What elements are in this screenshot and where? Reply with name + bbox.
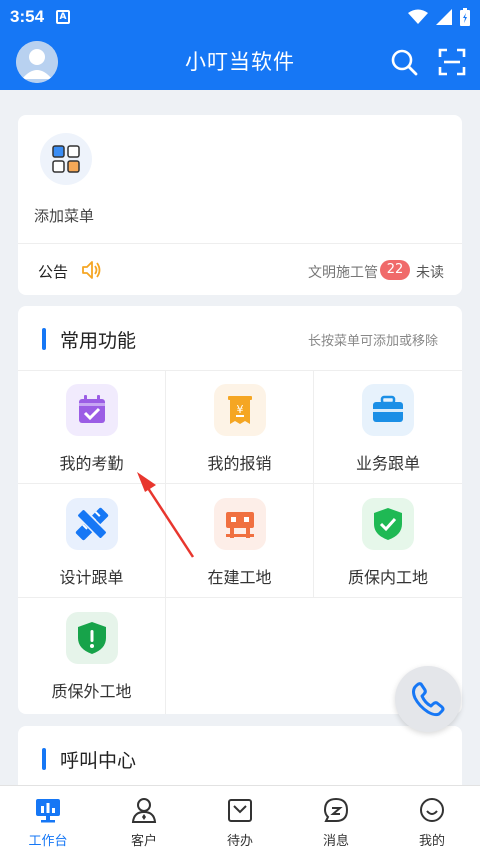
speaker-icon (82, 261, 101, 279)
function-label: 我的报销 (207, 454, 272, 473)
nav-label: 待办 (226, 834, 253, 849)
wifi-icon (408, 9, 428, 24)
nav-label: 工作台 (28, 834, 68, 849)
signal-icon (436, 9, 452, 25)
customer-icon (131, 798, 157, 823)
calendar-check-icon (66, 384, 118, 436)
function-item-business[interactable]: 业务跟单 (314, 370, 462, 484)
functions-card: 常用功能 长按菜单可添加或移除 我的考勤 ¥ 我的报销 业务跟单 设计跟单 在建… (18, 306, 462, 714)
function-label: 业务跟单 (355, 454, 420, 473)
search-icon[interactable] (390, 48, 418, 76)
svg-text:¥: ¥ (237, 403, 244, 416)
bottom-nav: 工作台 客户 待办 消息 我的 (0, 785, 480, 853)
function-item-reimbursement[interactable]: ¥ 我的报销 (166, 370, 314, 484)
nav-item-customer[interactable]: 客户 (96, 786, 192, 853)
function-item-warranty-in[interactable]: 质保内工地 (314, 484, 462, 598)
shield-check-icon (362, 498, 414, 550)
todo-icon (228, 799, 252, 822)
section-marker (42, 748, 46, 770)
nav-item-mine[interactable]: 我的 (384, 786, 480, 853)
battery-icon (460, 8, 470, 26)
function-label: 设计跟单 (59, 568, 124, 587)
phone-icon (412, 682, 445, 717)
add-menu-label[interactable]: 添加菜单 (34, 205, 94, 226)
grid-menu-icon (52, 145, 80, 173)
function-item-warranty-out[interactable]: 质保外工地 (18, 598, 166, 714)
status-bar: 3:54 A (0, 0, 480, 34)
status-icons (408, 8, 470, 26)
status-time: 3:54 (10, 7, 45, 26)
function-item-attendance[interactable]: 我的考勤 (18, 370, 166, 484)
scan-icon[interactable] (438, 48, 466, 76)
menu-card: 添加菜单 公告 文明施工管 22 未读 (18, 115, 462, 295)
section-marker (42, 328, 46, 350)
notice-label: 公告 (38, 263, 69, 281)
nav-label: 我的 (418, 834, 445, 849)
nav-item-workbench[interactable]: 工作台 (0, 786, 96, 853)
dashboard-icon (36, 799, 60, 823)
construction-icon (214, 498, 266, 550)
nav-label: 消息 (322, 834, 349, 849)
call-center-title: 呼叫中心 (60, 750, 137, 772)
add-menu-button[interactable] (40, 133, 92, 185)
phone-call-button[interactable] (395, 666, 461, 732)
unread-label[interactable]: 未读 (416, 262, 444, 282)
shield-alert-icon (66, 612, 118, 664)
function-item-construction[interactable]: 在建工地 (166, 484, 314, 598)
nav-label: 客户 (130, 834, 157, 849)
unread-badge: 22 (380, 260, 410, 280)
function-label: 我的考勤 (59, 454, 124, 473)
profile-icon (420, 798, 444, 822)
app-header: 小叮当软件 (0, 34, 480, 90)
nav-item-message[interactable]: 消息 (288, 786, 384, 853)
section-title: 常用功能 (60, 330, 137, 352)
a-notification-icon: A (56, 10, 71, 24)
section-hint: 长按菜单可添加或移除 (307, 334, 438, 349)
receipt-yen-icon: ¥ (214, 384, 266, 436)
message-icon (323, 797, 349, 822)
function-label: 在建工地 (207, 568, 272, 587)
function-label: 质保内工地 (347, 568, 428, 587)
design-ruler-icon (66, 498, 118, 550)
briefcase-icon (362, 384, 414, 436)
function-label: 质保外工地 (51, 682, 132, 701)
divider (18, 243, 462, 244)
nav-item-todo[interactable]: 待办 (192, 786, 288, 853)
function-item-design[interactable]: 设计跟单 (18, 484, 166, 598)
